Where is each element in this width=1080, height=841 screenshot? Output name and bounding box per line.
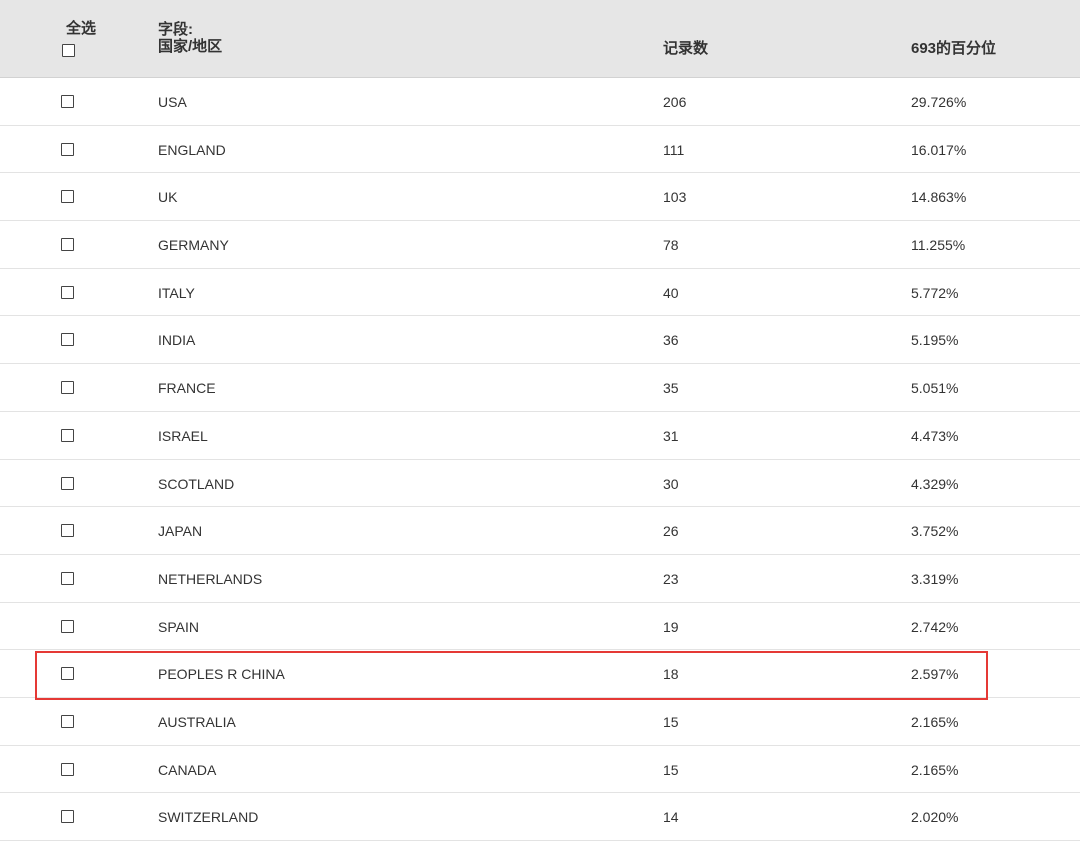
- table-row: AUSTRALIA 15 2.165%: [0, 698, 1080, 746]
- row-checkbox[interactable]: [61, 428, 74, 442]
- table-row: USA 206 29.726%: [0, 78, 1080, 126]
- select-all-label: 全选: [66, 20, 97, 37]
- table-row: SPAIN 19 2.742%: [0, 603, 1080, 651]
- record-count: 18: [663, 666, 679, 683]
- row-checkbox[interactable]: [61, 285, 74, 299]
- record-count: 19: [663, 618, 679, 635]
- country-name: SWITZERLAND: [158, 809, 259, 826]
- country-name: ITALY: [158, 284, 195, 301]
- table-row: INDIA 36 5.195%: [0, 316, 1080, 365]
- country-name: JAPAN: [158, 523, 203, 540]
- field-prefix-label: 字段:: [158, 21, 193, 38]
- record-count: 35: [663, 380, 679, 397]
- percentage: 11.255%: [911, 237, 966, 254]
- record-count: 26: [663, 523, 679, 540]
- percentage: 5.051%: [911, 380, 959, 397]
- country-name: GERMANY: [158, 237, 229, 254]
- percentage: 14.863%: [911, 189, 967, 206]
- record-count: 30: [663, 475, 679, 492]
- row-checkbox[interactable]: [61, 667, 74, 681]
- record-count: 36: [663, 332, 679, 349]
- table-row: ENGLAND 111 16.017%: [0, 126, 1080, 174]
- table-row: SCOTLAND 30 4.329%: [0, 460, 1080, 508]
- percentage: 2.742%: [911, 618, 959, 635]
- percentage: 2.165%: [911, 713, 959, 730]
- country-name: CANADA: [158, 761, 217, 778]
- count-header: 记录数: [663, 40, 709, 57]
- row-checkbox[interactable]: [61, 571, 74, 585]
- record-count: 111: [663, 141, 685, 158]
- country-name: SCOTLAND: [158, 475, 235, 492]
- table-row: CANADA 15 2.165%: [0, 746, 1080, 794]
- record-count: 15: [663, 713, 679, 730]
- percentage: 4.329%: [911, 475, 959, 492]
- table-row: ITALY 40 5.772%: [0, 269, 1080, 317]
- table-header: 全选 字段: 国家/地区 记录数 693的百分位: [0, 0, 1080, 78]
- row-checkbox[interactable]: [61, 190, 74, 204]
- select-all-checkbox[interactable]: [62, 44, 75, 57]
- country-name: ISRAEL: [158, 427, 208, 444]
- row-checkbox[interactable]: [61, 619, 74, 633]
- row-checkbox[interactable]: [61, 142, 74, 156]
- country-name: AUSTRALIA: [158, 713, 236, 730]
- country-name: PEOPLES R CHINA: [158, 666, 285, 683]
- table-row: UK 103 14.863%: [0, 173, 1080, 222]
- table-row: PEOPLES R CHINA 18 2.597%: [0, 650, 1080, 698]
- row-checkbox[interactable]: [61, 381, 74, 395]
- table-row: SWITZERLAND 14 2.020%: [0, 793, 1080, 841]
- country-name: UK: [158, 189, 178, 206]
- percentage: 16.017%: [911, 141, 967, 158]
- row-checkbox[interactable]: [61, 714, 74, 728]
- percentage: 3.319%: [911, 570, 959, 587]
- percentage: 5.195%: [911, 332, 959, 349]
- row-checkbox[interactable]: [61, 333, 74, 347]
- row-checkbox[interactable]: [61, 524, 74, 538]
- percentage: 29.726%: [911, 94, 967, 110]
- row-checkbox[interactable]: [61, 810, 74, 824]
- table-body: USA 206 29.726% ENGLAND 111 16.017% UK 1…: [0, 78, 1080, 841]
- table-row: FRANCE 35 5.051%: [0, 364, 1080, 412]
- country-name: INDIA: [158, 332, 196, 349]
- percentage: 4.473%: [911, 427, 959, 444]
- country-name: ENGLAND: [158, 141, 226, 158]
- row-checkbox[interactable]: [61, 476, 74, 490]
- percentage: 2.020%: [911, 809, 959, 826]
- record-count: 40: [663, 284, 679, 301]
- country-name: FRANCE: [158, 380, 216, 397]
- record-count: 31: [663, 427, 679, 444]
- record-count: 14: [663, 809, 679, 826]
- percentage: 2.165%: [911, 761, 959, 778]
- percentage: 5.772%: [911, 284, 959, 301]
- country-name: NETHERLANDS: [158, 570, 263, 587]
- country-name: USA: [158, 94, 187, 110]
- row-checkbox[interactable]: [61, 95, 74, 108]
- percentage: 2.597%: [911, 666, 959, 683]
- row-checkbox[interactable]: [61, 762, 74, 776]
- record-count: 78: [663, 237, 679, 254]
- record-count: 206: [663, 94, 687, 110]
- record-count: 103: [663, 189, 687, 206]
- record-count: 23: [663, 570, 679, 587]
- table-row: NETHERLANDS 23 3.319%: [0, 555, 1080, 603]
- percentage: 3.752%: [911, 523, 959, 540]
- table-row: JAPAN 26 3.752%: [0, 507, 1080, 555]
- percent-header: 693的百分位: [911, 40, 997, 57]
- country-name: SPAIN: [158, 618, 199, 635]
- table-row: ISRAEL 31 4.473%: [0, 412, 1080, 460]
- field-name-header: 国家/地区: [158, 38, 223, 55]
- table-row: GERMANY 78 11.255%: [0, 221, 1080, 269]
- record-count: 15: [663, 761, 679, 778]
- row-checkbox[interactable]: [61, 238, 74, 252]
